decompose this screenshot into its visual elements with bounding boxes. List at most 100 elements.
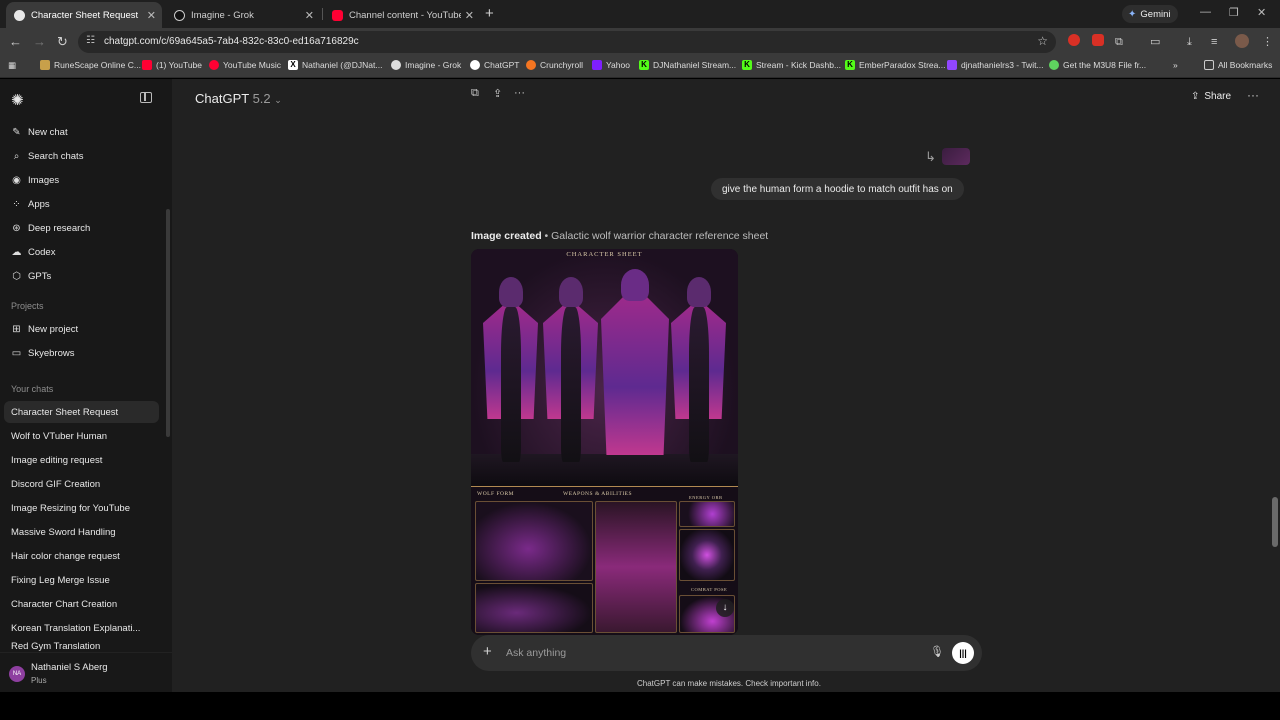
close-tab-icon[interactable]: ✕: [465, 9, 474, 22]
gemini-button[interactable]: ✦ Gemini: [1122, 5, 1179, 23]
close-window-icon[interactable]: ✕: [1257, 6, 1266, 19]
sidebar-item-images[interactable]: ◉ Images: [4, 169, 159, 191]
reply-arrow-icon: ↳: [925, 149, 936, 164]
chat-item-image-editing-request[interactable]: Image editing request: [4, 449, 159, 471]
weapons-abilities-label: WEAPONS & ABILITIES: [563, 491, 633, 497]
bookmark-chatgpt[interactable]: ChatGPT: [470, 60, 519, 70]
model-version: 5.2: [252, 91, 271, 106]
user-message: give the human form a hoodie to match ou…: [711, 178, 964, 200]
browser-toolbar: ← → ↻ ☷ chatgpt.com/c/69a645a5-7ab4-832c…: [0, 28, 1280, 56]
projects-heading: Projects: [11, 301, 44, 311]
add-attachment-icon[interactable]: +: [483, 643, 492, 660]
sidebar-item-new-project[interactable]: ⊞ New project: [4, 318, 159, 340]
chat-item-discord-gif-creation[interactable]: Discord GIF Creation: [4, 473, 159, 495]
extension-red-square-icon[interactable]: [1092, 34, 1104, 51]
close-tab-icon[interactable]: ✕: [147, 9, 156, 22]
model-selector[interactable]: ChatGPT 5.2 ⌄: [195, 91, 282, 106]
chat-main: ChatGPT 5.2 ⌄ ⧉ ⇪ ··· ⇪ Share ··· ↳ give…: [172, 79, 1280, 692]
forward-icon[interactable]: →: [33, 34, 46, 50]
message-composer[interactable]: + Ask anything 🎙 |||: [471, 635, 982, 671]
tab-character-sheet-request[interactable]: Character Sheet Request ✕: [6, 2, 162, 28]
extension-red-icon[interactable]: [1068, 34, 1080, 51]
grok-icon: [391, 60, 401, 70]
all-bookmarks[interactable]: All Bookmarks: [1204, 60, 1272, 70]
bookmark-youtube-music[interactable]: YouTube Music: [209, 60, 281, 70]
media-control-icon[interactable]: ≡: [1211, 34, 1217, 50]
bookmark-imagine-grok[interactable]: Imagine - Grok: [391, 60, 461, 70]
bookmark-yahoo[interactable]: Yahoo: [592, 60, 630, 70]
tab-title: Channel content - YouTube Stu: [349, 9, 461, 21]
bookmark-crunchyroll[interactable]: Crunchyroll: [526, 60, 583, 70]
url-text[interactable]: chatgpt.com/c/69a645a5-7ab4-832c-83c0-ed…: [104, 36, 359, 47]
bookmark-x-nathaniel[interactable]: X Nathaniel (@DJNat...: [288, 60, 382, 70]
chat-item-massive-sword-handling[interactable]: Massive Sword Handling: [4, 521, 159, 543]
bookmark-kick-djnathaniel[interactable]: K DJNathaniel Stream...: [639, 60, 736, 70]
sidebar-item-new-chat[interactable]: ✎ New chat: [4, 121, 159, 143]
bookmark-twitch[interactable]: djnathanielrs3 - Twit...: [947, 60, 1044, 70]
share-upload-icon[interactable]: ⇪: [493, 87, 502, 100]
chat-item-red-gym-translation[interactable]: Red Gym Translation: [4, 641, 159, 651]
voice-mode-icon[interactable]: |||: [952, 642, 974, 664]
site-info-icon[interactable]: ☷: [86, 35, 95, 46]
bookmarks-overflow-icon[interactable]: »: [1173, 60, 1178, 70]
bookmark-kick-emberparadox[interactable]: K EmberParadox Strea...: [845, 60, 945, 70]
chatgpt-favicon-icon: [14, 9, 25, 21]
prompt-input[interactable]: Ask anything: [506, 647, 566, 659]
referenced-image-thumbnail[interactable]: [942, 148, 970, 165]
profile-avatar-icon[interactable]: [1235, 34, 1249, 53]
share-button[interactable]: ⇪ Share: [1191, 91, 1231, 102]
conversation-menu-icon[interactable]: ···: [1247, 88, 1259, 102]
sidebar-scrollbar[interactable]: [166, 209, 170, 437]
sidebar-item-gpts[interactable]: ⬡ GPTs: [4, 265, 159, 287]
close-tab-icon[interactable]: ✕: [305, 9, 314, 22]
apps-grid-icon[interactable]: ▦: [8, 60, 16, 71]
chat-scrollbar[interactable]: [1272, 497, 1278, 547]
bookmark-m3u8[interactable]: Get the M3U8 File fr...: [1049, 60, 1146, 70]
tab-separator: [322, 8, 323, 20]
openai-logo-icon[interactable]: ✺: [11, 91, 24, 109]
apps-icon: ⁘: [12, 198, 21, 210]
chat-item-character-sheet-request[interactable]: Character Sheet Request: [4, 401, 159, 423]
generated-image[interactable]: CHARACTER SHEET WOLF FORM WEAPONS & ABIL…: [471, 249, 738, 635]
bookmark-star-icon[interactable]: ☆: [1037, 34, 1048, 48]
chat-item-korean-translation[interactable]: Korean Translation Explanati...: [4, 617, 159, 639]
images-icon: ◉: [12, 174, 21, 186]
back-icon[interactable]: ←: [9, 34, 22, 50]
bookmark-youtube[interactable]: (1) YouTube: [142, 60, 202, 70]
more-options-icon[interactable]: ···: [514, 87, 525, 99]
combat-pose-label: COMBAT POSE: [691, 587, 728, 592]
sidebar-item-apps[interactable]: ⁘ Apps: [4, 193, 159, 215]
browser-menu-icon[interactable]: ⋮: [1262, 34, 1273, 50]
address-bar[interactable]: ☷ chatgpt.com/c/69a645a5-7ab4-832c-83c0-…: [78, 31, 1056, 53]
scroll-down-icon[interactable]: ↓: [716, 599, 734, 617]
download-icon[interactable]: ⤓: [1187, 34, 1192, 50]
user-profile-menu[interactable]: NA Nathaniel S Aberg Plus: [0, 652, 172, 692]
tab-imagine-grok[interactable]: Imagine - Grok ✕: [166, 2, 320, 28]
chat-item-character-chart-creation[interactable]: Character Chart Creation: [4, 593, 159, 615]
tab-title: Character Sheet Request: [31, 9, 139, 21]
microphone-icon[interactable]: 🎙: [930, 645, 944, 658]
reload-icon[interactable]: ↻: [57, 34, 68, 50]
user-name: Nathaniel S Aberg: [31, 662, 108, 673]
sidebar-item-search-chats[interactable]: ⌕ Search chats: [4, 145, 159, 167]
bookmark-kick-dashboard[interactable]: K Stream - Kick Dashb...: [742, 60, 841, 70]
sidebar-item-deep-research[interactable]: ⊛ Deep research: [4, 217, 159, 239]
chat-item-fixing-leg-merge[interactable]: Fixing Leg Merge Issue: [4, 569, 159, 591]
tab-title: Imagine - Grok: [191, 9, 254, 21]
chat-item-image-resizing[interactable]: Image Resizing for YouTube: [4, 497, 159, 519]
cast-icon[interactable]: ▭: [1150, 34, 1160, 50]
copy-icon[interactable]: ⧉: [471, 87, 479, 100]
extensions-puzzle-icon[interactable]: ⧉: [1115, 34, 1123, 50]
restore-icon[interactable]: ❐: [1229, 6, 1239, 19]
weapons-panel: [595, 501, 677, 633]
chat-item-hair-color-change[interactable]: Hair color change request: [4, 545, 159, 567]
bookmark-runescape[interactable]: RuneScape Online C...: [40, 60, 141, 70]
sidebar-toggle-icon[interactable]: [140, 92, 152, 103]
wolf-side-panel: [475, 583, 593, 633]
sidebar-item-codex[interactable]: ☁ Codex: [4, 241, 159, 263]
sidebar-item-skyebrows[interactable]: ▭ Skyebrows: [4, 342, 159, 364]
minimize-icon[interactable]: —: [1200, 6, 1211, 18]
chat-item-wolf-to-vtuber-human[interactable]: Wolf to VTuber Human: [4, 425, 159, 447]
new-tab-icon[interactable]: +: [485, 5, 494, 22]
tab-youtube-studio[interactable]: Channel content - YouTube Stu ✕: [324, 2, 480, 28]
